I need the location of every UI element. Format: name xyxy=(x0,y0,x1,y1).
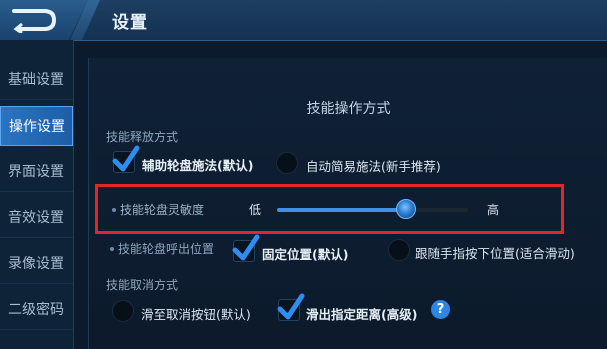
highlight-box xyxy=(95,184,564,234)
help-icon[interactable]: ? xyxy=(431,300,450,319)
callout-position-fixed-checkbox[interactable] xyxy=(232,234,260,262)
sidebar-item-basic[interactable]: 基础设置 xyxy=(0,60,73,100)
skill-release-option-assist-checkbox[interactable] xyxy=(112,145,140,173)
skill-release-label: 技能释放方式 xyxy=(106,130,179,144)
callout-position-follow-radio[interactable] xyxy=(388,239,410,261)
skill-cancel-distance-label[interactable]: 滑出指定距离(高级) xyxy=(306,304,417,323)
sidebar: 基础设置 操作设置 界面设置 音效设置 录像设置 二级密码 xyxy=(0,40,74,349)
bullet-dot xyxy=(110,247,114,251)
skill-cancel-button-radio[interactable] xyxy=(112,300,134,322)
sidebar-item-sound[interactable]: 音效设置 xyxy=(0,198,73,238)
skill-cancel-label: 技能取消方式 xyxy=(106,278,179,292)
skill-release-option-assist-label[interactable]: 辅助轮盘施法(默认) xyxy=(142,155,253,174)
skill-cancel-button-label[interactable]: 滑至取消按钮(默认) xyxy=(141,304,251,323)
checkmark-icon xyxy=(277,293,305,320)
sidebar-item-interface[interactable]: 界面设置 xyxy=(0,152,73,192)
callout-position-follow-label[interactable]: 跟随手指按下位置(适合滑动) xyxy=(415,243,575,262)
skill-release-option-auto-label[interactable]: 自动简易施法(新手推荐) xyxy=(306,156,441,175)
top-bar: 设置 xyxy=(0,0,607,41)
checkmark-icon xyxy=(112,145,140,172)
checkmark-icon xyxy=(232,234,260,261)
callout-position-fixed-label[interactable]: 固定位置(默认) xyxy=(262,244,348,263)
sidebar-item-replay[interactable]: 录像设置 xyxy=(0,244,73,284)
sidebar-item-controls[interactable]: 操作设置 xyxy=(0,106,73,146)
skill-release-option-auto-radio[interactable] xyxy=(276,152,298,174)
back-arrow-icon xyxy=(12,9,57,33)
sidebar-item-secondary-password[interactable]: 二级密码 xyxy=(0,290,73,330)
page-title: 设置 xyxy=(112,13,148,33)
skill-cancel-distance-checkbox[interactable] xyxy=(277,293,305,321)
section-title: 技能操作方式 xyxy=(306,101,391,117)
callout-position-label: 技能轮盘呼出位置 xyxy=(118,242,215,256)
